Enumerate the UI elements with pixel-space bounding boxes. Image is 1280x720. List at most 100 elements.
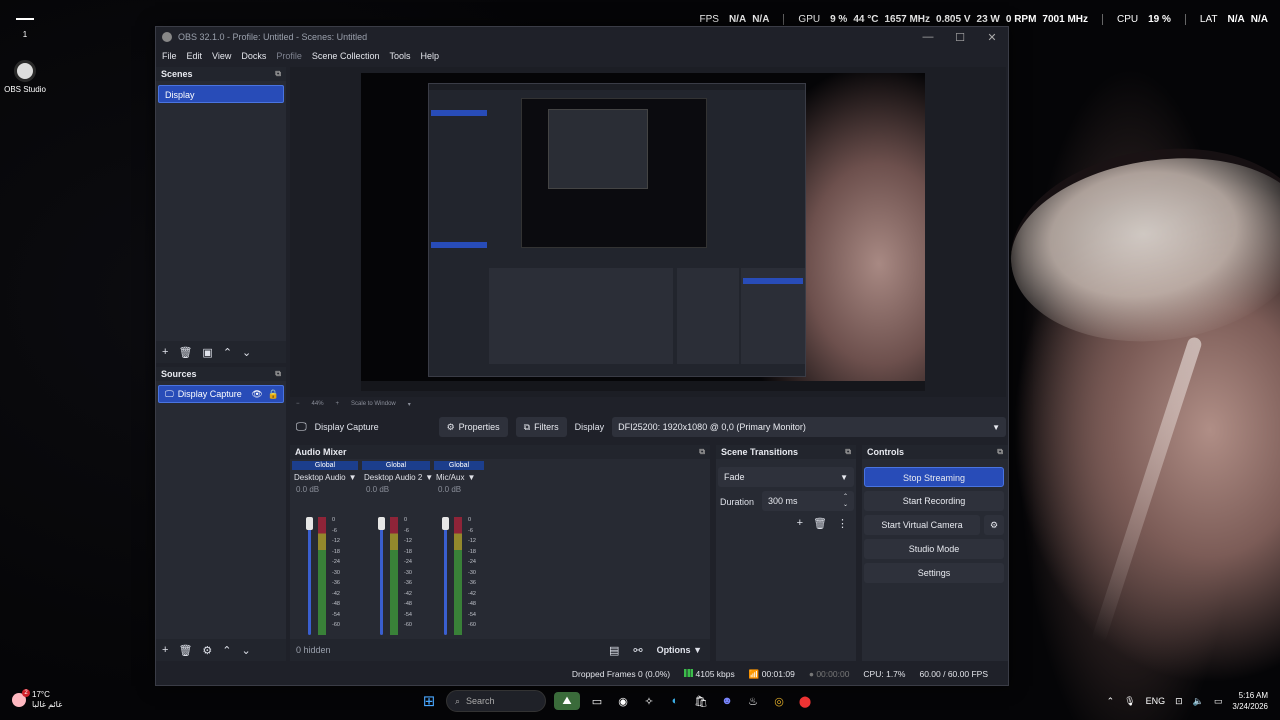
meter-tick: -42 bbox=[468, 590, 476, 597]
volume-fader-handle[interactable] bbox=[442, 517, 449, 530]
channel-name-dropdown[interactable]: Desktop Audio ▼ bbox=[292, 470, 358, 485]
microphone-icon[interactable]: 🎙 bbox=[1124, 696, 1135, 707]
language-indicator[interactable]: ENG bbox=[1146, 696, 1166, 706]
network-number: 1 bbox=[22, 30, 28, 39]
settings-app-icon[interactable]: ✧ bbox=[640, 692, 658, 710]
file-explorer-icon[interactable]: ▭ bbox=[588, 692, 606, 710]
transition-select[interactable]: Fade ▼ bbox=[718, 467, 854, 487]
meter-tick: -54 bbox=[332, 611, 340, 618]
scene-item[interactable]: Display bbox=[158, 85, 284, 103]
remove-scene-icon[interactable]: 🗑 bbox=[178, 346, 192, 359]
duration-spinbox[interactable]: 300 ms ⌃ ⌄ bbox=[762, 491, 854, 511]
undock-icon[interactable]: ⧉ bbox=[275, 69, 281, 79]
meter-tick: -60 bbox=[404, 622, 412, 628]
stop-streaming-button[interactable]: Stop Streaming bbox=[864, 467, 1004, 487]
store-icon[interactable]: 🛍 bbox=[692, 692, 710, 710]
network-tray-icon[interactable]: ⊡ bbox=[1175, 696, 1183, 707]
advanced-audio-icon[interactable]: ⚯ bbox=[633, 644, 642, 657]
undock-icon[interactable]: ⧉ bbox=[699, 447, 705, 457]
battery-icon[interactable]: ▭ bbox=[1214, 696, 1223, 707]
start-virtual-camera-button[interactable]: Start Virtual Camera bbox=[864, 515, 980, 535]
chevron-down-icon[interactable]: ▾ bbox=[408, 401, 411, 408]
meter-tick: -18 bbox=[468, 548, 476, 555]
spin-arrows-icon[interactable]: ⌃ ⌄ bbox=[843, 493, 848, 509]
add-scene-icon[interactable]: + bbox=[162, 346, 168, 358]
menu-profile[interactable]: Profile bbox=[276, 51, 302, 61]
desktop-network-icon[interactable]: 1 bbox=[12, 14, 38, 39]
obs-window: OBS 32.1.0 - Profile: Untitled - Scenes:… bbox=[155, 26, 1009, 686]
move-up-icon[interactable]: ⌃ bbox=[222, 644, 231, 657]
volume-fader[interactable] bbox=[308, 517, 311, 635]
settings-button[interactable]: Settings bbox=[864, 563, 1004, 583]
undock-icon[interactable]: ⧉ bbox=[997, 447, 1003, 457]
desktop-obs-shortcut[interactable]: OBS Studio bbox=[2, 60, 48, 94]
obs-taskbar-icon[interactable]: ◉ bbox=[614, 692, 632, 710]
preview-canvas[interactable] bbox=[361, 73, 925, 391]
discord-icon[interactable]: ☻ bbox=[718, 692, 736, 710]
menu-tools[interactable]: Tools bbox=[389, 51, 410, 61]
undock-icon[interactable]: ⧉ bbox=[845, 447, 851, 457]
transition-actions: + 🗑 ⋮ bbox=[797, 517, 848, 530]
eye-icon[interactable]: 👁 bbox=[251, 385, 262, 403]
menu-edit[interactable]: Edit bbox=[187, 51, 203, 61]
clock[interactable]: 5:16 AM 3/24/2026 bbox=[1232, 690, 1268, 712]
add-transition-icon[interactable]: + bbox=[797, 517, 803, 530]
meter-tick: -24 bbox=[468, 559, 476, 565]
add-source-icon[interactable]: + bbox=[162, 644, 168, 656]
volume-fader[interactable] bbox=[444, 517, 447, 635]
move-down-icon[interactable]: ⌄ bbox=[242, 644, 251, 657]
scale-mode[interactable]: Scale to Window bbox=[351, 401, 396, 407]
cpu-load: 19 % bbox=[1148, 13, 1171, 25]
zoom-out-icon[interactable]: − bbox=[296, 401, 300, 407]
remove-transition-icon[interactable]: 🗑 bbox=[813, 517, 827, 530]
volume-meter bbox=[318, 517, 326, 635]
chevron-down-icon: ▼ bbox=[348, 473, 357, 482]
move-down-icon[interactable]: ⌄ bbox=[242, 346, 251, 359]
channel-name-dropdown[interactable]: Desktop Audio 2 ▼ bbox=[362, 470, 433, 485]
virtual-camera-settings-button[interactable]: ⚙ bbox=[984, 515, 1004, 535]
menu-scene-collection[interactable]: Scene Collection bbox=[312, 51, 380, 61]
edge-browser-icon[interactable]: ◐ bbox=[666, 692, 684, 710]
preview-area[interactable] bbox=[290, 67, 1006, 397]
app-icon[interactable]: ⬤ bbox=[796, 692, 814, 710]
move-up-icon[interactable]: ⌃ bbox=[223, 346, 232, 359]
minimize-button[interactable]: — bbox=[912, 31, 944, 44]
gpu-memory-clock: 7001 MHz bbox=[1042, 13, 1088, 25]
windows-start-icon[interactable]: ⊞ bbox=[420, 692, 438, 710]
more-options-icon[interactable]: ⋮ bbox=[837, 517, 848, 530]
menu-file[interactable]: File bbox=[162, 51, 177, 61]
menu-docks[interactable]: Docks bbox=[241, 51, 266, 61]
lat-value: N/A bbox=[1227, 13, 1245, 25]
gpu-temp: 44 °C bbox=[853, 13, 879, 25]
properties-button[interactable]: ⚙ Properties bbox=[438, 417, 508, 437]
undock-icon[interactable]: ⧉ bbox=[275, 369, 281, 379]
studio-mode-button[interactable]: Studio Mode bbox=[864, 539, 1004, 559]
channel-name-dropdown[interactable]: Mic/Aux ▼ bbox=[434, 470, 484, 485]
start-recording-button[interactable]: Start Recording bbox=[864, 491, 1004, 511]
weather-widget[interactable]: 2 17°C غائم غالبا bbox=[12, 689, 62, 710]
source-item[interactable]: 🖵 Display Capture 👁 🔒 bbox=[158, 385, 284, 403]
steam-icon[interactable]: ♨ bbox=[744, 692, 762, 710]
mixer-layout-icon[interactable]: ▤ bbox=[609, 644, 619, 657]
maximize-button[interactable]: ☐ bbox=[944, 31, 976, 44]
menu-help[interactable]: Help bbox=[420, 51, 439, 61]
chevron-up-icon[interactable]: ⌃ bbox=[1107, 696, 1115, 707]
menu-view[interactable]: View bbox=[212, 51, 231, 61]
scene-filter-icon[interactable]: ▣ bbox=[202, 346, 212, 359]
display-select[interactable]: DFI25200: 1920x1080 @ 0,0 (Primary Monit… bbox=[612, 417, 1006, 437]
zoom-in-icon[interactable]: + bbox=[336, 401, 340, 407]
widgets-icon[interactable]: ⛰ bbox=[554, 692, 580, 710]
volume-fader-handle[interactable] bbox=[306, 517, 313, 530]
filters-button[interactable]: ⧉ Filters bbox=[515, 417, 567, 437]
window-titlebar[interactable]: OBS 32.1.0 - Profile: Untitled - Scenes:… bbox=[156, 27, 1008, 47]
close-button[interactable]: ✕ bbox=[976, 31, 1008, 44]
gear-icon[interactable]: ⚙ bbox=[202, 644, 212, 657]
mixer-options-button[interactable]: Options ▼ bbox=[657, 645, 702, 655]
chrome-icon[interactable]: ◎ bbox=[770, 692, 788, 710]
volume-icon[interactable]: 🔈 bbox=[1193, 696, 1204, 707]
volume-fader-handle[interactable] bbox=[378, 517, 385, 530]
volume-fader[interactable] bbox=[380, 517, 383, 635]
lock-icon[interactable]: 🔒 bbox=[268, 385, 279, 403]
remove-source-icon[interactable]: 🗑 bbox=[178, 644, 192, 657]
taskbar-search[interactable]: ⌕ Search bbox=[446, 690, 546, 712]
